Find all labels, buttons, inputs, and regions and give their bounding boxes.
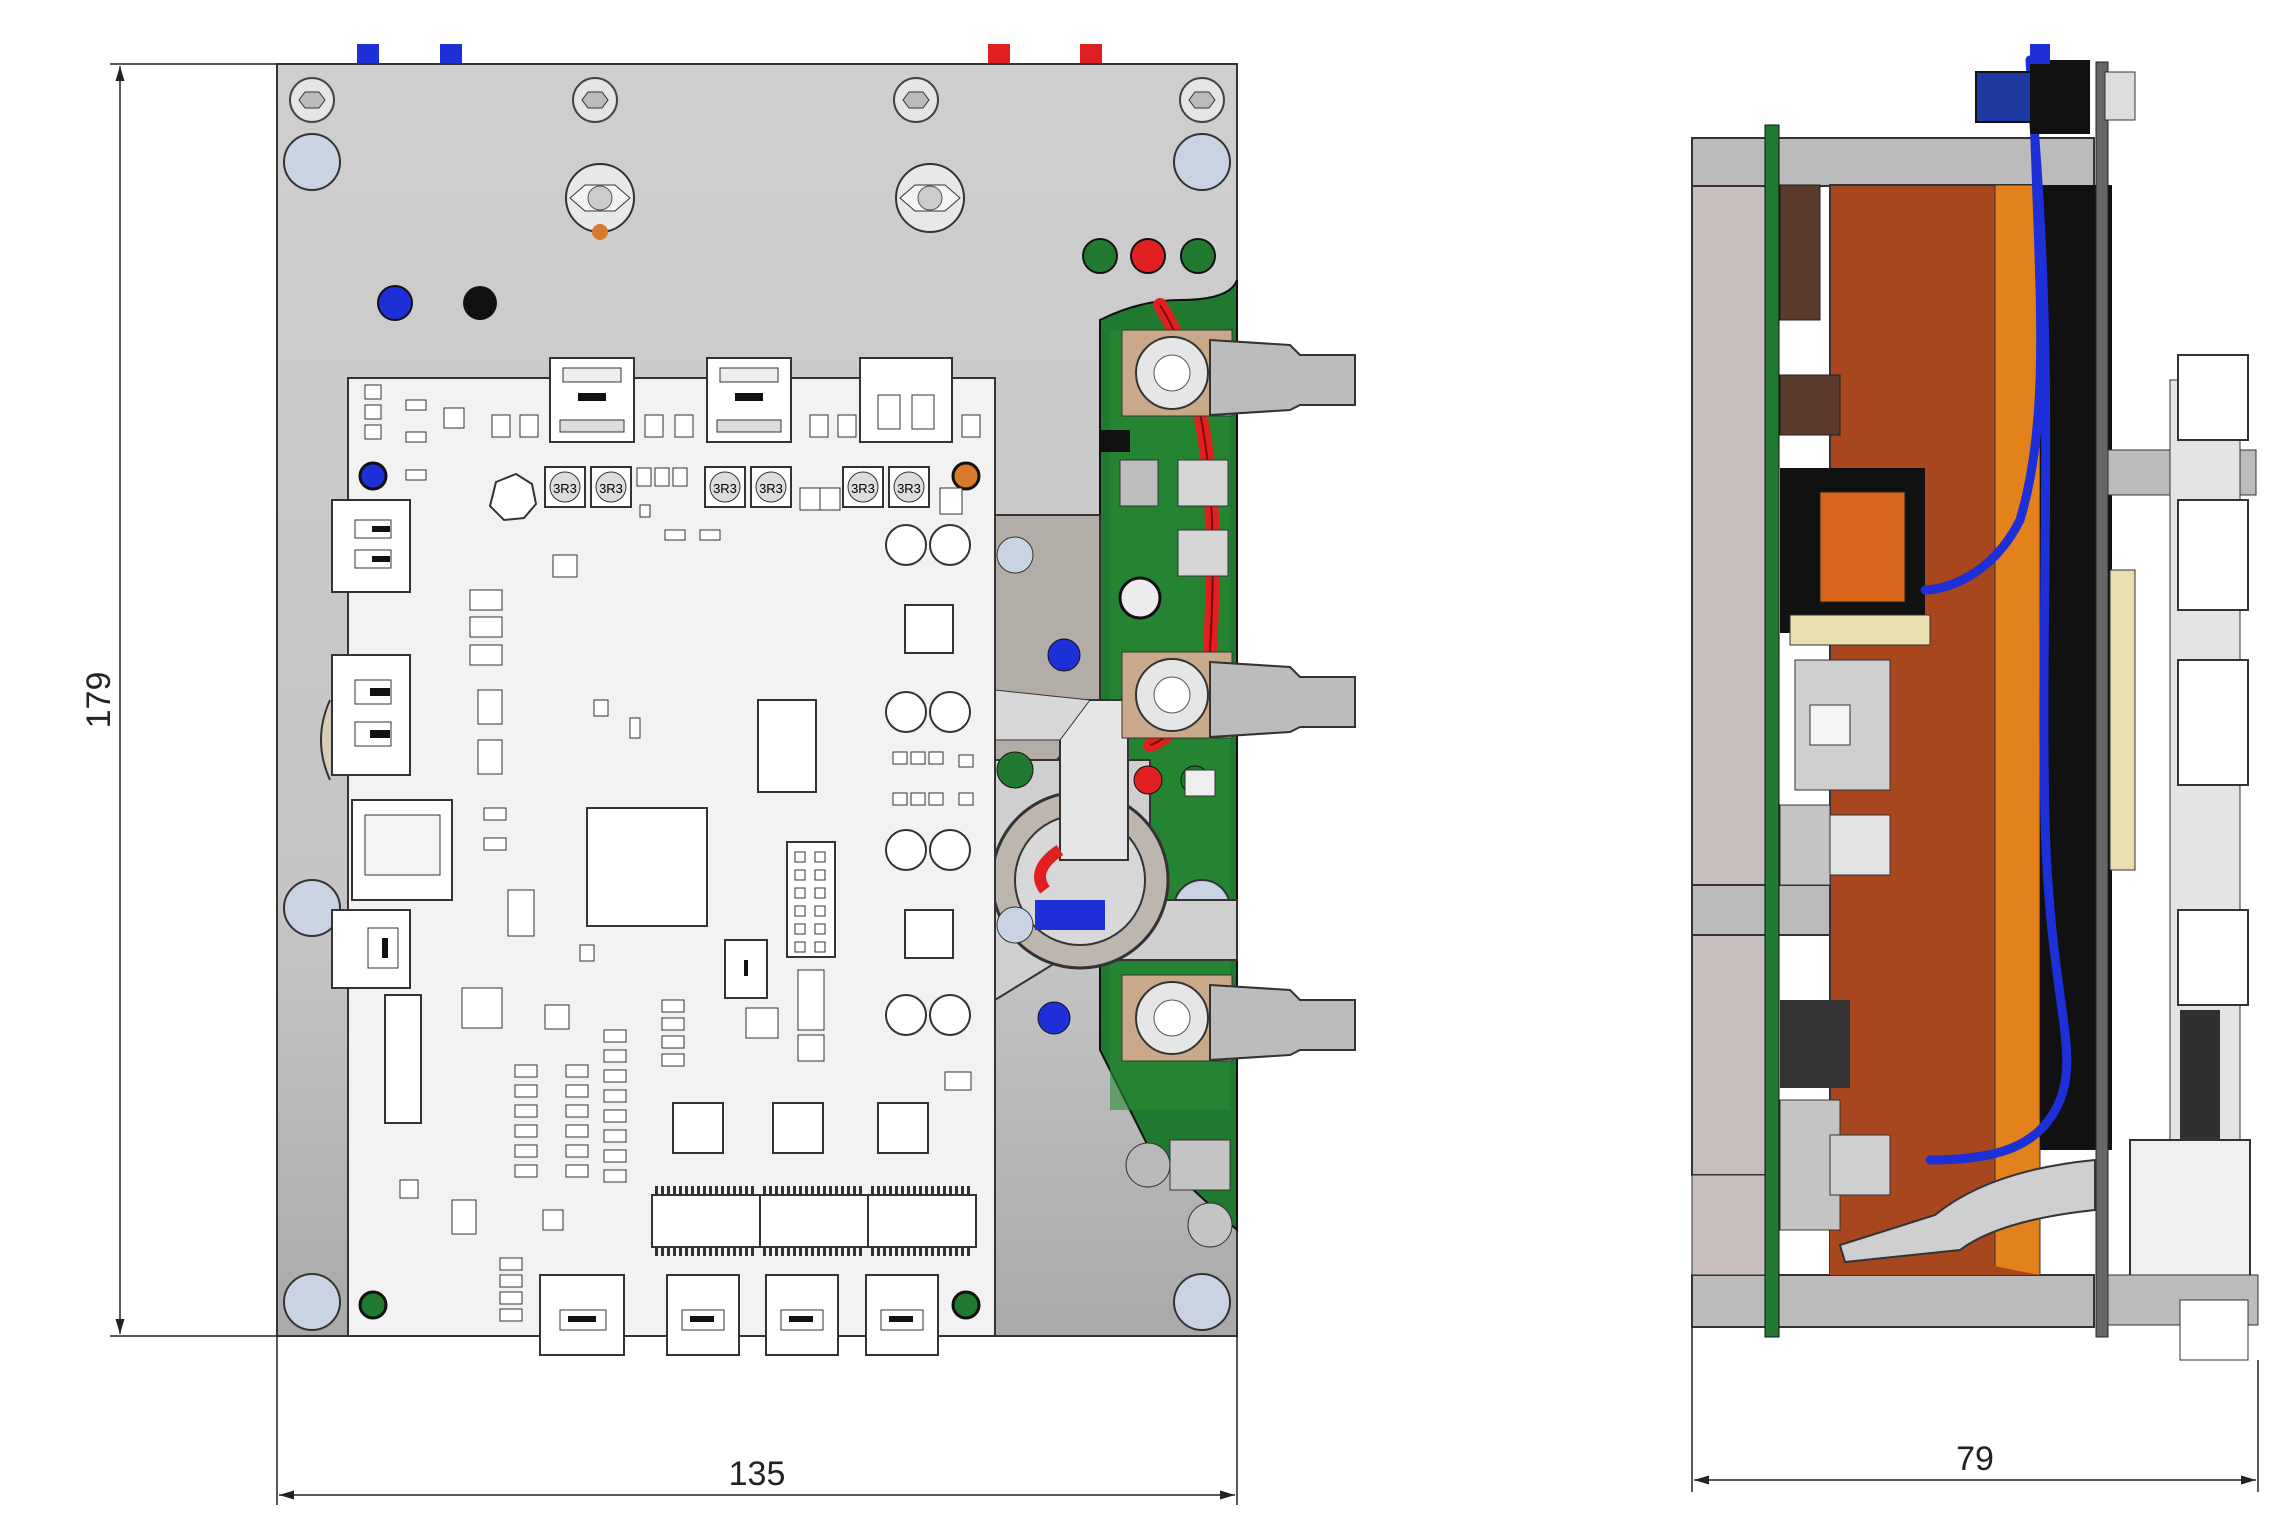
- side-plate: [1691, 184, 1768, 1176]
- ribbon-connector: [384, 994, 422, 1124]
- side-pcb: [1764, 124, 1780, 1338]
- blue-terminal: [440, 44, 462, 64]
- mounting-hole: [283, 133, 341, 191]
- main-processor: [586, 807, 708, 927]
- round-cap: [929, 829, 971, 871]
- terminal-lug: [1121, 329, 1356, 417]
- inductor: 3R3: [888, 466, 930, 508]
- bottom-connector: [666, 1274, 740, 1356]
- power-jack: [859, 357, 953, 443]
- green-pad: [1082, 238, 1118, 274]
- dimension-height: 179: [80, 63, 277, 1337]
- depth-dimension-label: 79: [1956, 1440, 1994, 1478]
- ic-chip: [757, 699, 817, 793]
- blue-indicator: [1047, 638, 1081, 672]
- technical-drawing: 3R3 3R3 3R3 3R3 3R3 3R3 179 135 79: [80, 44, 2259, 1505]
- inductor: 3R3: [842, 466, 884, 508]
- potentiometer: [1118, 576, 1162, 620]
- inductor-label: 3R3: [851, 481, 875, 496]
- screw: [572, 77, 618, 123]
- blue-terminal: [357, 44, 379, 64]
- round-cap: [885, 994, 927, 1036]
- round-cap: [929, 994, 971, 1036]
- inductor-label: 3R3: [713, 481, 737, 496]
- usb-connector: [549, 357, 635, 443]
- inductor-label: 3R3: [599, 481, 623, 496]
- usb-connector: [331, 909, 411, 989]
- screw: [893, 77, 939, 123]
- dimension-width: 135: [276, 1336, 1238, 1505]
- round-cap: [885, 691, 927, 733]
- height-dimension-label: 179: [80, 672, 118, 729]
- round-cap: [885, 829, 927, 871]
- inductor-label: 3R3: [897, 481, 921, 496]
- corner-screw: [1179, 77, 1225, 123]
- bottom-connector: [865, 1274, 939, 1356]
- round-cap: [929, 524, 971, 566]
- ic-chip: [772, 1102, 824, 1154]
- inductor: 3R3: [750, 466, 792, 508]
- black-indicator: [463, 286, 497, 320]
- terminal-lug: [1121, 974, 1356, 1062]
- red-terminal: [988, 44, 1010, 64]
- pin-header: [786, 841, 836, 958]
- hdmi-connector: [331, 654, 411, 776]
- ic-chip: [672, 1102, 724, 1154]
- ic-chip: [904, 909, 954, 959]
- mounting-hole: [1173, 133, 1231, 191]
- ic-chip: [877, 1102, 929, 1154]
- green-pad: [1180, 238, 1216, 274]
- mounting-hole: [283, 1273, 341, 1331]
- inductor: 3R3: [590, 466, 632, 508]
- inductor: 3R3: [544, 466, 586, 508]
- transformer: [651, 1186, 761, 1256]
- front-view: 3R3 3R3 3R3 3R3 3R3 3R3: [276, 44, 1356, 1356]
- width-dimension-label: 135: [729, 1455, 786, 1493]
- bottom-connector: [765, 1274, 839, 1356]
- sd-card-slot: [351, 799, 453, 901]
- ic-chip: [904, 604, 954, 654]
- side-view: [1691, 44, 2259, 1361]
- bottom-connector: [539, 1274, 625, 1356]
- red-terminal: [1080, 44, 1102, 64]
- red-pad: [1130, 238, 1166, 274]
- blue-indicator: [1037, 1001, 1071, 1035]
- round-cap: [885, 524, 927, 566]
- dimension-depth: 79: [1691, 1327, 2259, 1492]
- terminal-lug: [1121, 651, 1356, 739]
- inductor-label: 3R3: [759, 481, 783, 496]
- usb-connector: [706, 357, 792, 443]
- capacitor: [1119, 459, 1159, 507]
- inductor-label: 3R3: [553, 481, 577, 496]
- mounting-hole: [1173, 1273, 1231, 1331]
- transformer: [867, 1186, 977, 1256]
- corner-screw: [289, 77, 335, 123]
- inductor: 3R3: [704, 466, 746, 508]
- blue-indicator: [377, 285, 413, 321]
- hdmi-connector: [331, 499, 411, 593]
- transformer: [759, 1186, 869, 1256]
- hex-bolt: [895, 163, 965, 233]
- round-cap: [929, 691, 971, 733]
- rail: [1691, 1274, 2095, 1328]
